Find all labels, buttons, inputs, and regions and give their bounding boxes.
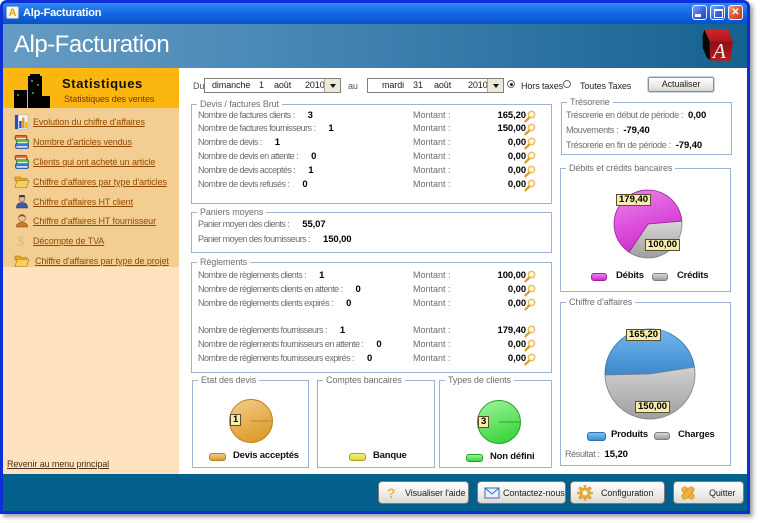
svg-text:A: A (711, 39, 726, 63)
svg-text:?: ? (387, 485, 396, 501)
svg-text:S: S (17, 235, 25, 249)
